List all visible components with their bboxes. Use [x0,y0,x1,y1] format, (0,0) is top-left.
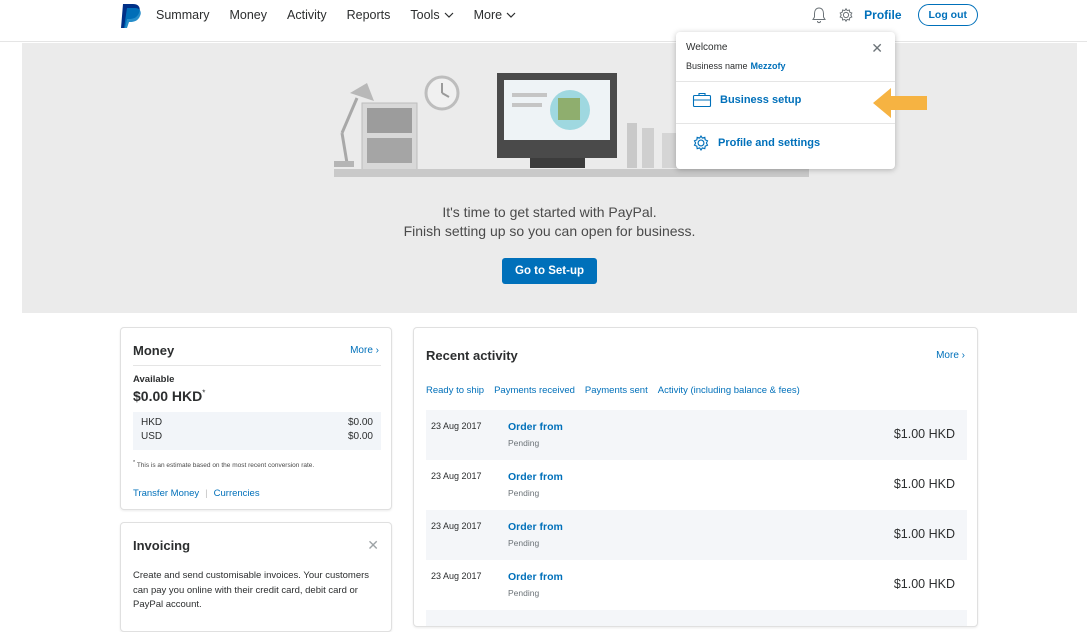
activity-status: Pending [508,588,540,598]
business-name-value: Mezzofy [750,61,786,71]
money-links: Transfer Money | Currencies [133,488,260,499]
conversion-note: * This is an estimate based on the most … [133,460,314,469]
gear-icon[interactable] [838,7,854,23]
briefcase-icon [692,92,712,108]
currencies-link[interactable]: Currencies [214,488,260,499]
currency-amount: $0.00 [347,417,373,428]
business-name-label: Business name [686,61,748,71]
activity-amount: $1.00 HKD [893,427,955,441]
profile-dropdown: Welcome Business name Mezzofy ✕ Business … [676,32,895,169]
activity-row[interactable]: 23 Aug 2017 Order from Pending $1.00 HKD [426,510,967,560]
invoicing-card: Invoicing ✕ Create and send customisable… [120,522,392,632]
logout-button[interactable]: Log out [917,4,978,26]
activity-date: 23 Aug 2017 [431,571,482,581]
profile-settings-menu-item[interactable]: Profile and settings [692,134,820,152]
divider [676,123,895,124]
transfer-money-link[interactable]: Transfer Money [133,488,199,499]
hero-message: It's time to get started with PayPal. Fi… [22,203,1077,241]
close-icon[interactable]: ✕ [367,537,379,554]
currency-list: HKD $0.00 USD $0.00 [133,412,381,450]
link-separator: | [205,488,208,499]
available-label: Available [133,374,175,385]
activity-more-label: More [936,350,959,361]
footnote-mark: * [202,388,206,398]
activity-title[interactable]: Order from [508,571,563,583]
currency-row: HKD $0.00 [141,417,373,428]
gear-icon [693,135,709,151]
divider [676,81,895,82]
activity-row[interactable] [426,610,967,626]
footnote-mark: * [133,460,136,466]
dropdown-welcome: Welcome [686,42,728,53]
top-navigation: Summary Money Activity Reports Tools Mor… [0,0,1087,42]
activity-title[interactable]: Order from [508,471,563,483]
bell-icon[interactable] [810,6,828,24]
nav-more[interactable]: More [474,8,516,22]
business-setup-menu-item[interactable]: Business setup [692,92,801,108]
money-card: Money More › Available $0.00 HKD* HKD $0… [120,327,392,510]
currency-row: USD $0.00 [141,431,373,442]
nav-tools[interactable]: Tools [410,8,454,22]
activity-title[interactable]: Order from [508,421,563,433]
dropdown-business-name: Business name Mezzofy [686,61,786,71]
activity-row[interactable]: 23 Aug 2017 Order from Pending $1.00 HKD [426,410,967,460]
activity-tabs: Ready to ship Payments received Payments… [426,385,800,396]
available-amount-value: $0.00 HKD [133,388,203,404]
tab-activity-all[interactable]: Activity (including balance & fees) [658,385,800,396]
setup-hero-banner: It's time to get started with PayPal. Fi… [22,43,1077,313]
hero-line-2: Finish setting up so you can open for bu… [403,223,696,239]
money-more-link[interactable]: More › [350,345,379,356]
paypal-logo[interactable] [120,3,142,29]
activity-status: Pending [508,538,540,548]
nav-reports[interactable]: Reports [347,8,391,22]
invoicing-description: Create and send customisable invoices. Y… [133,570,370,610]
chevron-down-icon [506,12,516,18]
profile-settings-label: Profile and settings [718,137,821,149]
divider [133,365,381,366]
activity-date: 23 Aug 2017 [431,521,482,531]
invoicing-title: Invoicing [133,538,191,553]
currency-code: HKD [141,417,163,428]
tab-ready-to-ship[interactable]: Ready to ship [426,385,484,396]
activity-more-link[interactable]: More › [936,350,965,361]
activity-amount: $1.00 HKD [893,527,955,541]
money-more-label: More [350,345,373,356]
hero-line-1: It's time to get started with PayPal. [442,204,657,220]
pointer-arrow-annotation [873,88,927,118]
recent-activity-title: Recent activity [426,348,518,363]
nav-summary[interactable]: Summary [156,8,209,22]
currency-code: USD [141,431,163,442]
tab-payments-received[interactable]: Payments received [494,385,575,396]
nav-money[interactable]: Money [229,8,267,22]
recent-activity-card: Recent activity More › Ready to ship Pay… [413,327,978,627]
conversion-note-text: This is an estimate based on the most re… [136,462,315,470]
nav-tools-label: Tools [410,8,440,22]
available-amount: $0.00 HKD* [133,388,205,404]
activity-amount: $1.00 HKD [893,477,955,491]
currency-amount: $0.00 [347,431,373,442]
close-icon[interactable]: ✕ [871,40,883,57]
activity-date: 23 Aug 2017 [431,471,482,481]
nav-more-label: More [473,8,503,22]
nav-activity[interactable]: Activity [287,8,327,22]
activity-title[interactable]: Order from [508,521,563,533]
business-setup-label: Business setup [720,94,802,106]
chevron-down-icon [444,12,454,18]
go-to-setup-button[interactable]: Go to Set-up [502,258,597,284]
activity-amount: $1.00 HKD [893,577,955,591]
activity-date: 23 Aug 2017 [431,421,482,431]
activity-status: Pending [508,488,540,498]
tab-payments-sent[interactable]: Payments sent [585,385,648,396]
money-title: Money [133,343,175,358]
activity-row[interactable]: 23 Aug 2017 Order from Pending $1.00 HKD [426,460,967,510]
activity-status: Pending [508,438,540,448]
activity-row[interactable]: 23 Aug 2017 Order from Pending $1.00 HKD [426,560,967,610]
profile-link[interactable]: Profile [864,8,901,22]
